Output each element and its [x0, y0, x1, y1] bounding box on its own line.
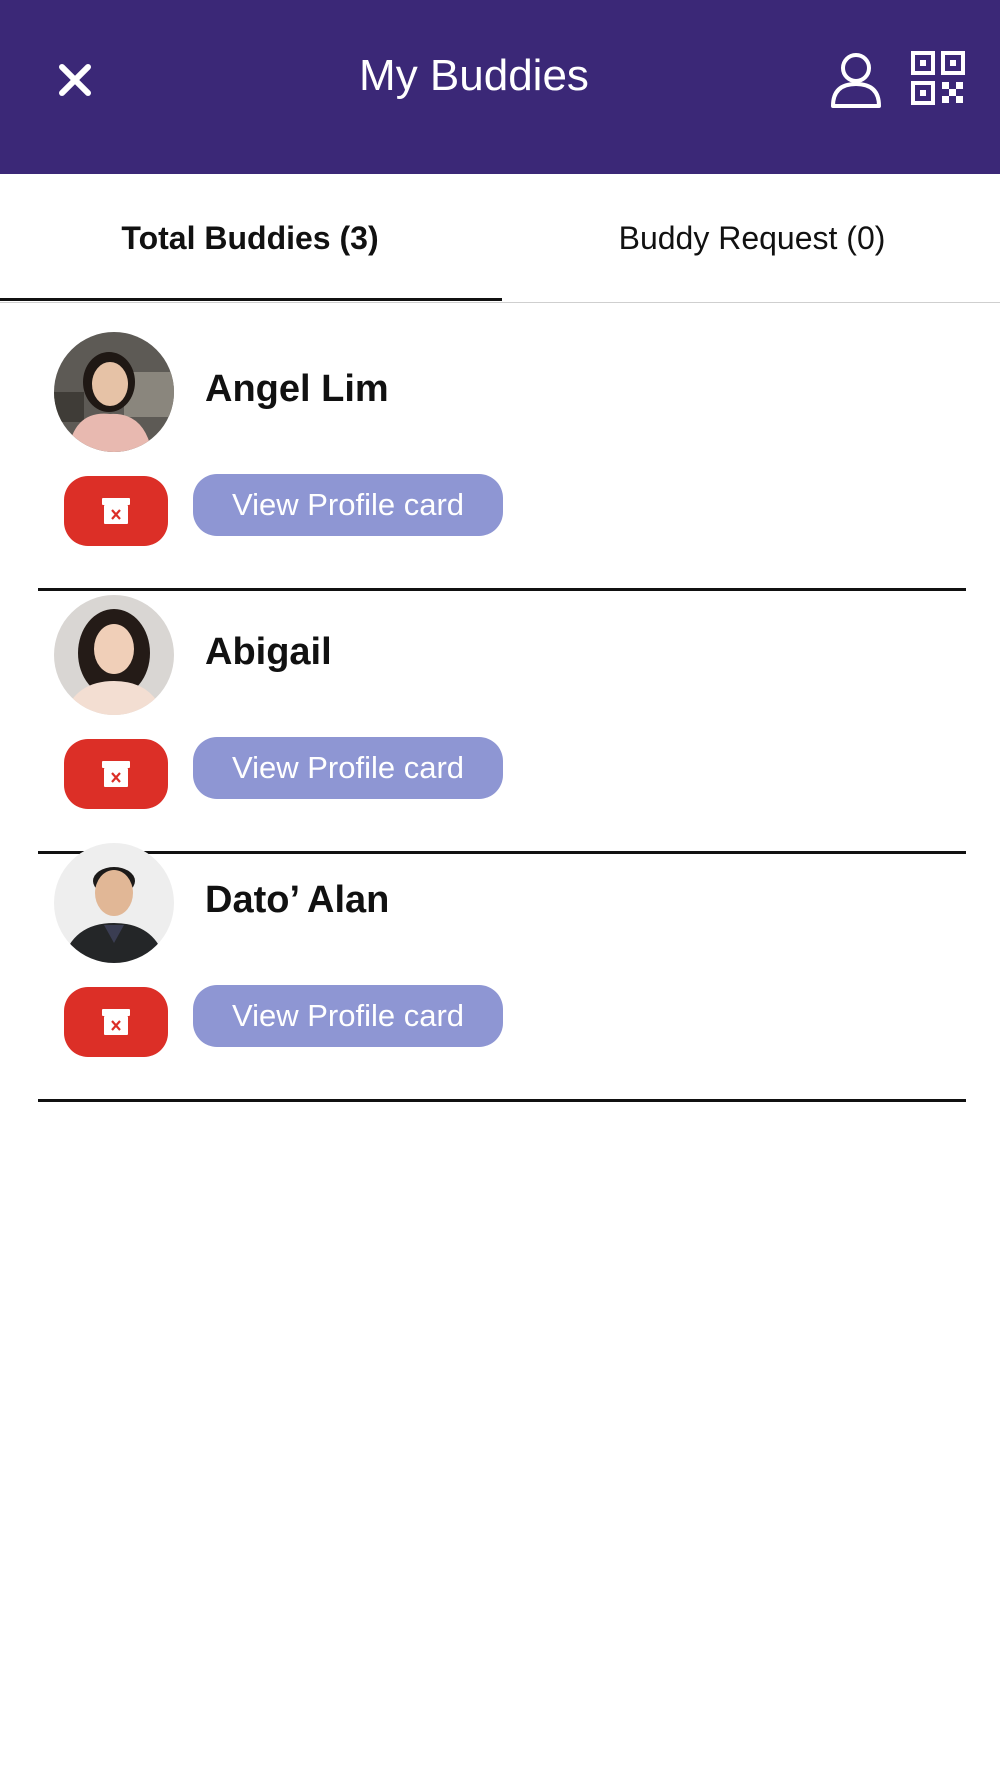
- tab-bar: Total Buddies (3) Buddy Request (0): [0, 174, 1000, 303]
- user-icon: [831, 53, 881, 108]
- list-item-buddy: Abigail View Profile card: [38, 595, 966, 854]
- buddy-name: Dato’ Alan: [205, 879, 390, 921]
- qr-code-icon: [911, 51, 965, 105]
- list-item-buddy: Dato’ Alan View Profile card: [38, 843, 966, 1102]
- buddy-name: Angel Lim: [205, 368, 389, 410]
- delete-buddy-button[interactable]: [64, 476, 168, 546]
- page-title: My Buddies: [359, 51, 589, 100]
- tab-total-buddies[interactable]: Total Buddies (3): [0, 174, 500, 302]
- delete-buddy-button[interactable]: [64, 987, 168, 1057]
- tab-buddy-request[interactable]: Buddy Request (0): [502, 174, 1000, 302]
- avatar[interactable]: [54, 843, 174, 963]
- avatar[interactable]: [54, 332, 174, 452]
- app-header: My Buddies: [0, 0, 1000, 174]
- trash-icon: [102, 1009, 130, 1035]
- view-profile-card-button[interactable]: View Profile card: [193, 985, 503, 1047]
- trash-icon: [102, 761, 130, 787]
- view-profile-card-button[interactable]: View Profile card: [193, 474, 503, 536]
- qr-code-button[interactable]: [910, 50, 966, 106]
- trash-icon: [102, 498, 130, 524]
- buddy-name: Abigail: [205, 631, 332, 673]
- profile-button[interactable]: [828, 50, 884, 110]
- view-profile-card-button[interactable]: View Profile card: [193, 737, 503, 799]
- delete-buddy-button[interactable]: [64, 739, 168, 809]
- list-item-buddy: Angel Lim View Profile card: [38, 332, 966, 591]
- active-tab-indicator: [0, 298, 502, 301]
- avatar[interactable]: [54, 595, 174, 715]
